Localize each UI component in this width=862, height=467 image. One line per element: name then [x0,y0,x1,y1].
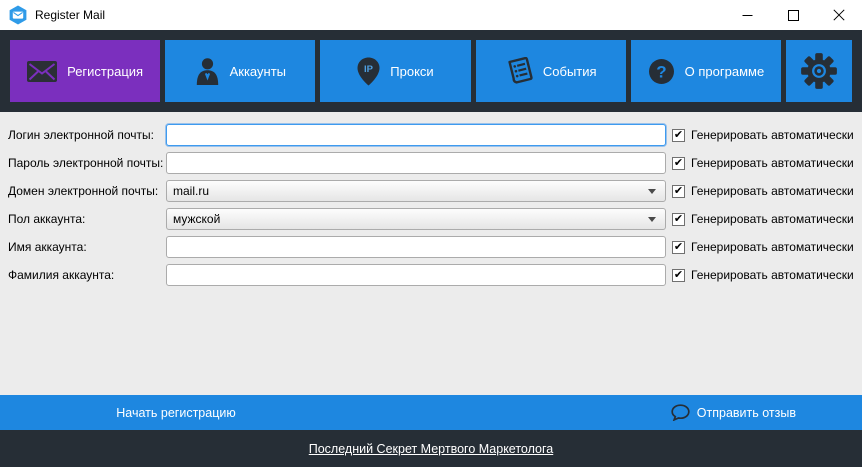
domain-generate-label: Генерировать автоматически [691,184,854,198]
lastname-generate-label: Генерировать автоматически [691,268,854,282]
tab-registration[interactable]: Регистрация [10,40,161,102]
send-feedback-label: Отправить отзыв [696,405,796,420]
firstname-label: Имя аккаунта: [8,240,87,254]
footer-link[interactable]: Последний Секрет Мертвого Маркетолога [309,442,553,456]
chevron-down-icon [648,189,656,194]
form-row-gender: Пол аккаунта: мужской ✔ Генерировать авт… [0,205,862,233]
tab-label: События [542,63,597,79]
svg-text:?: ? [656,62,666,81]
form-row-firstname: Имя аккаунта: ✔ Генерировать автоматичес… [0,233,862,261]
lastname-input[interactable] [166,264,666,286]
minimize-icon [742,14,752,16]
domain-generate-checkbox[interactable]: ✔ [672,184,685,198]
domain-select[interactable]: mail.ru [166,180,666,202]
gear-icon [801,53,837,89]
maximize-icon [787,9,799,21]
gender-generate-checkbox[interactable]: ✔ [672,212,685,226]
gender-label: Пол аккаунта: [8,212,86,226]
login-generate-checkbox[interactable]: ✔ [672,128,685,142]
domain-select-value: mail.ru [173,184,210,198]
registration-form: Логин электронной почты: ✔ Генерировать … [0,112,862,395]
form-row-password: Пароль электронной почты: ✔ Генерировать… [0,149,862,177]
login-input[interactable] [166,124,666,146]
checkmark-icon: ✔ [673,128,684,141]
checkmark-icon: ✔ [673,268,684,281]
gender-select[interactable]: мужской [166,208,666,230]
password-label: Пароль электронной почты: [8,156,164,170]
gender-generate-label: Генерировать автоматически [691,212,854,226]
domain-label: Домен электронной почты: [8,184,159,198]
maximize-button[interactable] [770,0,816,30]
chevron-down-icon [648,217,656,222]
main-toolbar: Регистрация Аккаунты IP Прокси События ?… [0,30,862,112]
checkmark-icon: ✔ [673,184,684,197]
checkmark-icon: ✔ [673,212,684,225]
firstname-generate-label: Генерировать автоматически [691,240,854,254]
checkmark-icon: ✔ [673,156,684,169]
send-feedback-button[interactable]: Отправить отзыв [671,395,796,430]
lastname-label: Фамилия аккаунта: [8,268,115,282]
close-button[interactable] [816,0,862,30]
lastname-generate-checkbox[interactable]: ✔ [672,268,685,282]
firstname-generate-checkbox[interactable]: ✔ [672,240,685,254]
password-generate-label: Генерировать автоматически [691,156,854,170]
settings-button[interactable] [786,40,853,102]
tab-proxy[interactable]: IP Прокси [320,40,471,102]
form-row-login: Логин электронной почты: ✔ Генерировать … [0,121,862,149]
person-icon [196,57,218,85]
tab-label: Прокси [390,63,434,79]
tab-label: О программе [684,63,765,79]
speech-bubble-icon [671,404,690,421]
checkmark-icon: ✔ [673,240,684,253]
footer: Последний Секрет Мертвого Маркетолога [0,430,862,467]
form-row-lastname: Фамилия аккаунта: ✔ Генерировать автомат… [0,261,862,289]
ip-pin-icon: IP [357,57,380,85]
password-input[interactable] [166,152,666,174]
titlebar: Register Mail [0,0,862,30]
action-bar: Начать регистрацию Отправить отзыв [0,395,862,430]
tab-accounts[interactable]: Аккаунты [165,40,316,102]
window-title: Register Mail [35,8,106,22]
password-generate-checkbox[interactable]: ✔ [672,156,685,170]
minimize-button[interactable] [724,0,770,30]
gender-select-value: мужской [173,212,221,226]
question-icon: ? [648,58,674,84]
tab-label: Аккаунты [229,63,286,79]
app-window: Register Mail Регистрация Аккаунты IP Пр… [0,0,862,467]
app-logo-icon [9,5,27,25]
firstname-input[interactable] [166,236,666,258]
tab-about[interactable]: ? О программе [630,40,782,102]
envelope-icon [27,60,58,82]
svg-text:IP: IP [364,63,374,74]
login-generate-label: Генерировать автоматически [691,128,854,142]
close-icon [833,9,845,21]
start-registration-button[interactable]: Начать регистрацию [116,406,235,420]
events-list-icon [508,57,533,84]
window-controls [724,0,862,30]
form-row-domain: Домен электронной почты: mail.ru ✔ Генер… [0,177,862,205]
tab-label: Регистрация [67,63,144,79]
tab-events[interactable]: События [475,40,626,102]
login-label: Логин электронной почты: [8,128,154,142]
